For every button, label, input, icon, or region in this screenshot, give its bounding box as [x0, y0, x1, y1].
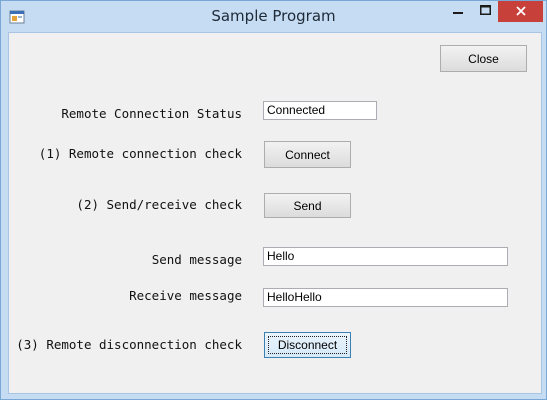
- close-button[interactable]: Close: [440, 45, 527, 72]
- maximize-button[interactable]: [471, 1, 499, 21]
- window-close-button[interactable]: [498, 1, 543, 22]
- form-client-area: Close Remote Connection Status Connected…: [8, 32, 542, 394]
- status-label: Remote Connection Status: [61, 106, 242, 121]
- receive-message-input[interactable]: HelloHello: [263, 288, 508, 307]
- connect-check-label: (1) Remote connection check: [38, 146, 242, 161]
- disconnect-button[interactable]: Disconnect: [264, 332, 351, 358]
- connect-check-label-row: (1) Remote connection check: [9, 146, 242, 162]
- disconnect-check-label: (3) Remote disconnection check: [16, 337, 242, 352]
- send-check-label-row: (2) Send/receive check: [9, 197, 242, 213]
- send-check-label: (2) Send/receive check: [76, 197, 242, 212]
- title-bar[interactable]: Sample Program: [1, 1, 546, 32]
- disconnect-button-label: Disconnect: [277, 338, 338, 352]
- send-message-label: Send message: [151, 252, 242, 267]
- status-field[interactable]: Connected: [263, 101, 377, 120]
- send-button[interactable]: Send: [264, 193, 351, 218]
- minimize-button[interactable]: [444, 1, 472, 21]
- disconnect-check-label-row: (3) Remote disconnection check: [9, 337, 242, 353]
- send-message-label-row: Send message: [9, 252, 242, 268]
- minimize-icon: [453, 2, 463, 20]
- receive-message-label: Receive message: [129, 288, 242, 303]
- app-window: Sample Program Close Remote Connection S…: [0, 0, 547, 400]
- close-icon: [515, 3, 526, 21]
- connect-button[interactable]: Connect: [264, 141, 351, 168]
- status-label-row: Remote Connection Status: [9, 106, 242, 122]
- send-message-input[interactable]: Hello: [263, 247, 508, 266]
- receive-message-label-row: Receive message: [9, 288, 242, 304]
- maximize-icon: [479, 2, 491, 20]
